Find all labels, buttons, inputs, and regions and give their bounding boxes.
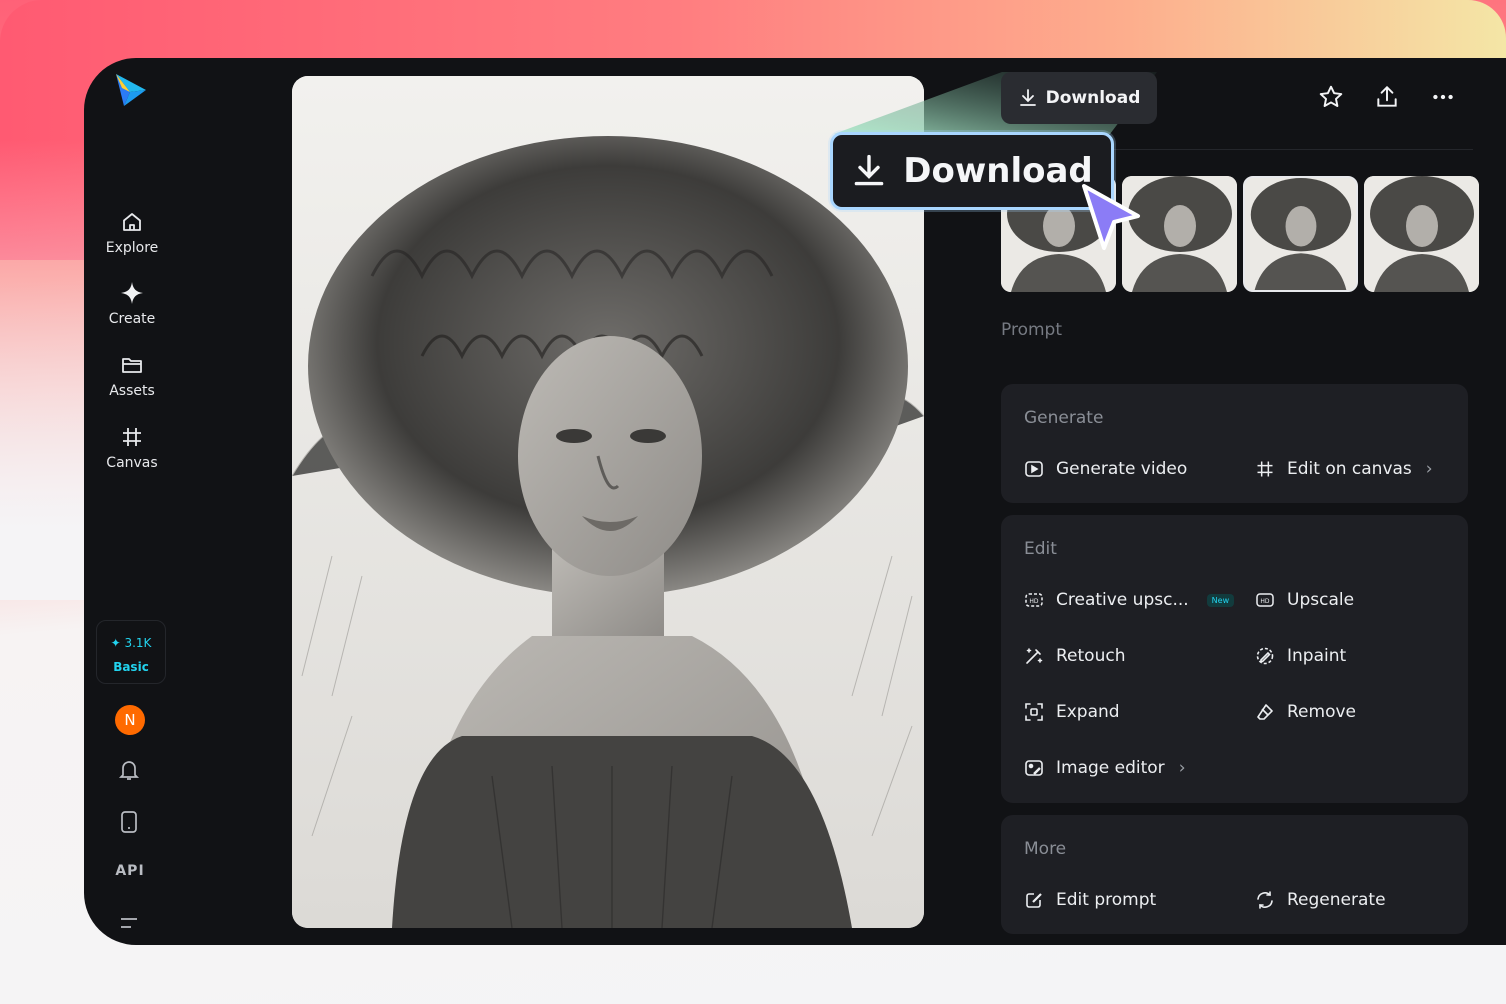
credits-badge[interactable]: ✦ 3.1K Basic	[96, 620, 166, 684]
action-label: Edit on canvas	[1287, 459, 1412, 479]
action-label: Creative upsc...	[1056, 590, 1189, 610]
svg-text:HD: HD	[1029, 598, 1039, 605]
expand-button[interactable]: Expand	[1024, 702, 1120, 722]
download-button[interactable]: Download	[1001, 72, 1157, 124]
app-window: Explore Create Assets Canvas ✦ 3.1K Basi…	[84, 58, 1506, 945]
cursor-icon	[1082, 184, 1140, 250]
generate-panel: Generate Generate video Edit on canvas ›	[1001, 384, 1468, 503]
sidebar-item-label: Create	[108, 311, 156, 327]
action-label: Expand	[1056, 702, 1120, 722]
action-label: Upscale	[1287, 590, 1355, 610]
edit-panel: Edit HD Creative upsc... New HD Upscale …	[1001, 515, 1468, 803]
edit-on-canvas-button[interactable]: Edit on canvas ›	[1255, 459, 1433, 479]
more-icon[interactable]	[1430, 84, 1456, 110]
edit-prompt-button[interactable]: Edit prompt	[1024, 890, 1156, 910]
upscale-button[interactable]: HD Upscale	[1255, 590, 1354, 610]
star-icon[interactable]	[1318, 84, 1344, 110]
svg-text:HD: HD	[1260, 598, 1270, 605]
folder-icon	[122, 358, 142, 373]
chevron-right-icon: ›	[1178, 758, 1186, 778]
sidebar-item-explore[interactable]: Explore	[92, 210, 172, 256]
panel-title: More	[1024, 839, 1067, 859]
api-link[interactable]: API	[110, 863, 150, 879]
action-label: Generate video	[1056, 459, 1188, 479]
image-editor-button[interactable]: Image editor ›	[1024, 758, 1186, 778]
plan-label: Basic	[113, 660, 149, 674]
retouch-button[interactable]: Retouch	[1024, 646, 1125, 666]
sidebar-item-assets[interactable]: Assets	[92, 353, 172, 399]
thumbnail-selected[interactable]	[1243, 176, 1358, 292]
panel-title: Edit	[1024, 539, 1057, 559]
paper-plane-logo-icon[interactable]	[112, 72, 148, 108]
regenerate-button[interactable]: Regenerate	[1255, 890, 1386, 910]
sidebar-item-canvas[interactable]: Canvas	[92, 425, 172, 471]
menu-icon[interactable]	[118, 913, 140, 933]
credits-amount: ✦ 3.1K	[110, 636, 152, 650]
expand-icon	[1025, 703, 1043, 721]
action-label: Retouch	[1056, 646, 1126, 666]
more-panel: More Edit prompt Regenerate	[1001, 815, 1468, 934]
hd-icon: HD	[1256, 593, 1274, 607]
download-icon	[1019, 89, 1036, 106]
image-edit-icon	[1025, 760, 1043, 776]
action-label: Remove	[1287, 702, 1356, 722]
sparkle-icon	[121, 282, 143, 304]
main-image[interactable]	[292, 76, 924, 928]
action-label: Edit prompt	[1056, 890, 1157, 910]
remove-button[interactable]: Remove	[1255, 702, 1356, 722]
magic-wand-icon	[1026, 648, 1043, 664]
action-label: Image editor	[1056, 758, 1165, 778]
home-icon	[123, 213, 141, 231]
crop-icon	[1257, 461, 1273, 477]
thumbnail[interactable]	[1364, 176, 1479, 292]
creative-upscale-button[interactable]: HD Creative upsc... New	[1024, 590, 1235, 610]
edit-icon	[1026, 893, 1042, 908]
refresh-icon	[1257, 891, 1273, 909]
action-label: Inpaint	[1287, 646, 1347, 666]
share-icon[interactable]	[1374, 84, 1400, 110]
play-icon	[1025, 461, 1043, 477]
new-badge: New	[1206, 593, 1235, 607]
inpaint-icon	[1256, 647, 1274, 665]
download-callout-label: Download	[903, 151, 1093, 191]
sidebar-item-create[interactable]: Create	[92, 281, 172, 327]
sidebar-item-label: Assets	[109, 383, 155, 399]
generate-video-button[interactable]: Generate video	[1024, 459, 1187, 479]
download-callout[interactable]: Download	[830, 132, 1114, 210]
download-label: Download	[1045, 88, 1141, 108]
inpaint-button[interactable]: Inpaint	[1255, 646, 1346, 666]
eraser-icon	[1257, 704, 1273, 720]
avatar[interactable]: N	[115, 705, 145, 735]
prompt-label: Prompt	[1001, 320, 1062, 340]
panel-title: Generate	[1024, 408, 1104, 428]
download-icon	[854, 154, 884, 186]
sidebar-item-label: Explore	[105, 240, 159, 256]
action-label: Regenerate	[1287, 890, 1386, 910]
mobile-icon[interactable]	[118, 810, 140, 834]
bell-icon[interactable]	[118, 758, 140, 782]
chevron-right-icon: ›	[1425, 459, 1433, 479]
hd-icon: HD	[1025, 593, 1043, 607]
crop-icon	[123, 428, 141, 446]
sidebar-item-label: Canvas	[106, 455, 158, 471]
